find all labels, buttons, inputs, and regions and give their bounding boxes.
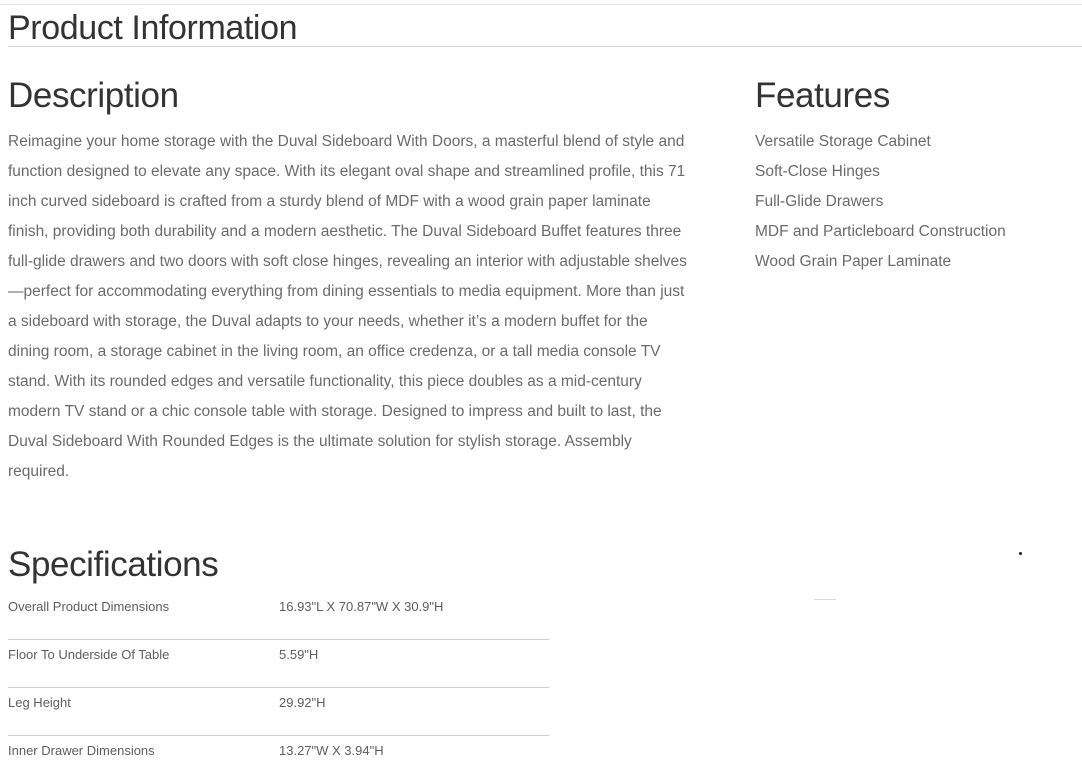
features-list: Versatile Storage Cabinet Soft-Close Hin… xyxy=(755,127,1006,277)
top-divider xyxy=(0,4,1082,5)
stray-dot xyxy=(1019,552,1022,555)
feature-item: MDF and Particleboard Construction xyxy=(755,223,1006,240)
spec-value: 29.92"H xyxy=(279,695,326,710)
description-text: Reimagine your home storage with the Duv… xyxy=(8,133,687,480)
description-heading: Description xyxy=(8,76,179,115)
specifications-table: Overall Product Dimensions 16.93"L X 70.… xyxy=(8,592,549,766)
spec-label: Floor To Underside Of Table xyxy=(8,647,170,662)
spec-value: 13.27"W X 3.94"H xyxy=(279,743,384,758)
spec-row: Inner Drawer Dimensions 13.27"W X 3.94"H xyxy=(8,736,549,766)
spec-value: 16.93"L X 70.87"W X 30.9"H xyxy=(279,599,444,614)
spec-label: Overall Product Dimensions xyxy=(8,599,170,614)
spec-label: Leg Height xyxy=(8,695,71,710)
spec-value: 5.59"H xyxy=(279,647,319,662)
feature-item: Versatile Storage Cabinet xyxy=(755,133,931,150)
spec-row: Leg Height 29.92"H xyxy=(8,688,549,736)
spec-row: Overall Product Dimensions 16.93"L X 70.… xyxy=(8,592,549,640)
spec-label: Inner Drawer Dimensions xyxy=(8,743,155,758)
feature-item: Full-Glide Drawers xyxy=(755,193,884,210)
feature-item: Wood Grain Paper Laminate xyxy=(755,253,952,270)
features-heading: Features xyxy=(755,76,890,115)
spec-row: Floor To Underside Of Table 5.59"H xyxy=(8,640,549,688)
specifications-heading: Specifications xyxy=(8,545,219,584)
stray-mark xyxy=(814,599,836,600)
page-title: Product Information xyxy=(8,9,298,47)
feature-item: Soft-Close Hinges xyxy=(755,163,880,180)
title-divider xyxy=(8,46,1082,47)
product-information-page: Product Information Description Reimagin… xyxy=(0,0,1082,766)
